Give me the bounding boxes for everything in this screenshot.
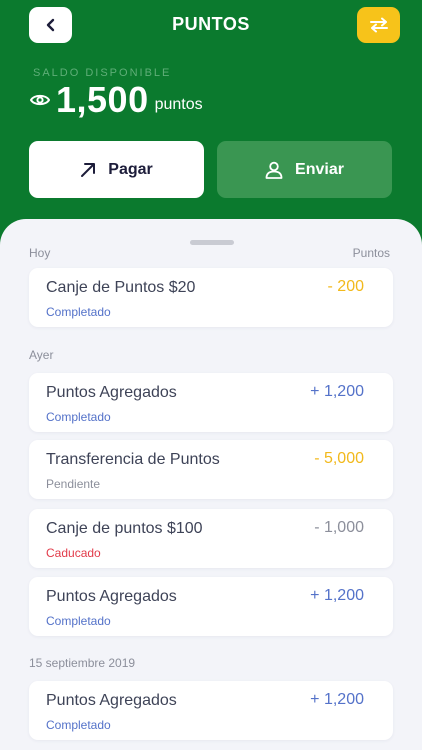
- transaction-amount: + 1,200: [310, 383, 364, 400]
- transaction-card[interactable]: Canje de puntos $100 Caducado - 1,000: [29, 509, 393, 568]
- transaction-title: Canje de Puntos $20: [46, 279, 196, 296]
- points-column-label: Puntos: [352, 246, 390, 260]
- transaction-card[interactable]: Puntos Agregados Completado + 1,200: [29, 577, 393, 636]
- arrow-up-right-icon: [80, 162, 96, 178]
- balance: 1,500 puntos: [30, 79, 203, 120]
- send-button-label: Enviar: [295, 160, 344, 178]
- group-label-yesterday: Ayer: [29, 348, 54, 362]
- transaction-title: Canje de puntos $100: [46, 520, 203, 537]
- transaction-card[interactable]: Transferencia de Puntos Pendiente - 5,00…: [29, 440, 393, 499]
- pay-button[interactable]: Pagar: [29, 141, 204, 198]
- transaction-card[interactable]: Puntos Agregados Completado + 1,200: [29, 373, 393, 432]
- swap-button[interactable]: [357, 7, 400, 43]
- transaction-status: Completado: [46, 410, 111, 424]
- group-label-today: Hoy: [29, 246, 51, 260]
- transaction-card[interactable]: Canje de Puntos $20 Completado - 200: [29, 268, 393, 327]
- balance-unit: puntos: [154, 96, 203, 113]
- transaction-amount: - 5,000: [314, 450, 364, 467]
- transaction-status: Completado: [46, 305, 111, 319]
- pay-button-label: Pagar: [108, 160, 153, 178]
- eye-icon[interactable]: [30, 93, 50, 107]
- transaction-title: Puntos Agregados: [46, 384, 177, 401]
- transaction-amount: - 200: [327, 278, 364, 295]
- transaction-title: Puntos Agregados: [46, 692, 177, 709]
- transaction-amount: - 1,000: [314, 519, 364, 536]
- transaction-title: Puntos Agregados: [46, 588, 177, 605]
- balance-value: 1,500: [56, 79, 149, 120]
- transaction-status: Completado: [46, 718, 111, 732]
- transaction-status: Pendiente: [46, 477, 101, 491]
- send-button[interactable]: Enviar: [217, 141, 392, 198]
- group-label-date: 15 septiembre 2019: [29, 656, 136, 670]
- transaction-status: Completado: [46, 614, 111, 628]
- transactions-sheet[interactable]: Hoy Puntos Canje de Puntos $20 Completad…: [0, 219, 422, 750]
- drag-handle[interactable]: [190, 240, 234, 245]
- transaction-title: Transferencia de Puntos: [46, 451, 220, 468]
- transaction-card[interactable]: Puntos Agregados Completado + 1,200: [29, 681, 393, 740]
- transaction-status: Caducado: [46, 546, 101, 560]
- header: PUNTOS SALDO DISPONIBLE 1,500 puntos Pag…: [0, 0, 422, 230]
- transaction-amount: + 1,200: [310, 587, 364, 604]
- saldo-label: SALDO DISPONIBLE: [33, 67, 172, 79]
- transaction-amount: + 1,200: [310, 691, 364, 708]
- user-icon: [265, 161, 283, 179]
- swap-arrows-icon: [369, 17, 389, 33]
